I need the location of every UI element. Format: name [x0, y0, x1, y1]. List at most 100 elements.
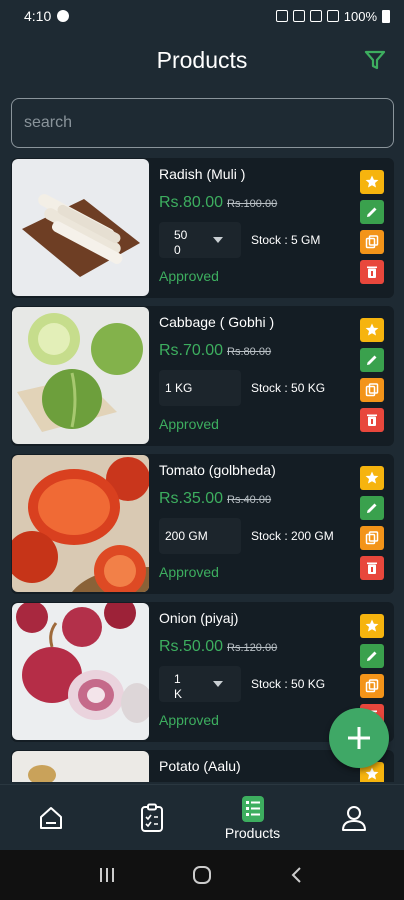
- delete-icon: [367, 266, 377, 278]
- status-badge: Approved: [159, 268, 219, 284]
- home-system-icon[interactable]: [192, 865, 212, 885]
- nav-products-label: Products: [224, 824, 281, 841]
- edit-button[interactable]: [360, 348, 384, 372]
- product-mrp: Rs.40.00: [227, 494, 272, 506]
- star-icon: [365, 471, 379, 484]
- star-icon: [365, 175, 379, 188]
- filter-button[interactable]: [360, 45, 390, 75]
- nav-products[interactable]: Products: [202, 785, 303, 850]
- home-icon: [39, 806, 62, 829]
- vibrate-icon: [292, 10, 305, 22]
- copy-button[interactable]: [360, 526, 384, 550]
- product-image-onion: [12, 603, 149, 740]
- product-mrp: Rs.120.00: [227, 642, 278, 654]
- status-badge: Approved: [159, 564, 219, 580]
- edit-icon: [367, 503, 377, 513]
- call-icon: [57, 10, 70, 22]
- product-image-radish: [12, 159, 149, 296]
- products-icon: [241, 795, 264, 822]
- product-list: Radish (Muli ) Rs.80.00 Rs.100.00 50 0 S…: [11, 158, 394, 782]
- product-card[interactable]: Tomato (golbheda) Rs.35.00 Rs.40.00 200 …: [11, 454, 394, 594]
- copy-button[interactable]: [360, 230, 384, 254]
- delete-icon: [367, 562, 377, 574]
- edit-button[interactable]: [360, 200, 384, 224]
- edit-icon: [367, 207, 377, 217]
- star-icon: [365, 767, 379, 780]
- quantity-value-line2: 0: [174, 243, 181, 257]
- status-badge: Approved: [159, 712, 219, 728]
- copy-icon: [365, 679, 379, 693]
- product-actions: [360, 318, 384, 432]
- star-icon: [365, 323, 379, 336]
- product-mrp: Rs.100.00: [227, 198, 278, 210]
- bottom-navigation: Products: [0, 784, 404, 850]
- nav-orders[interactable]: [101, 785, 202, 850]
- quantity-value-line1: 1: [174, 672, 181, 686]
- product-price: Rs.70.00: [159, 342, 224, 359]
- star-icon: [365, 619, 379, 632]
- quantity-dropdown[interactable]: 1 K: [159, 666, 241, 702]
- battery-percent: 100%: [343, 8, 377, 24]
- quantity-value: 1 KG: [165, 380, 193, 395]
- product-name: Onion (piyaj): [159, 610, 239, 626]
- copy-icon: [365, 531, 379, 545]
- nav-profile[interactable]: [303, 785, 404, 850]
- orders-icon: [140, 803, 163, 832]
- chevron-down-icon: [213, 681, 223, 687]
- quantity-dropdown[interactable]: 50 0: [159, 222, 241, 258]
- copy-button[interactable]: [360, 674, 384, 698]
- quantity-value-line2: K: [174, 687, 183, 701]
- favorite-button[interactable]: [360, 170, 384, 194]
- edit-icon: [367, 651, 377, 661]
- delete-icon: [367, 414, 377, 426]
- product-mrp: Rs.80.00: [227, 346, 272, 358]
- status-time: 4:10: [24, 8, 52, 24]
- profile-icon: [341, 805, 366, 831]
- stock-text: Stock : 50 KG: [251, 677, 326, 691]
- app-header: Products: [0, 32, 404, 88]
- quantity-display: 200 GM: [159, 518, 241, 554]
- product-price: Rs.50.00: [159, 638, 224, 655]
- add-icon: [348, 727, 370, 749]
- signal-icon: [326, 10, 339, 22]
- edit-icon: [367, 355, 377, 365]
- delete-button[interactable]: [360, 260, 384, 284]
- product-card[interactable]: Cabbage ( Gobhi ) Rs.70.00 Rs.80.00 1 KG…: [11, 306, 394, 446]
- status-badge: Approved: [159, 416, 219, 432]
- page-title: Products: [156, 46, 248, 73]
- recent-apps-icon[interactable]: [97, 866, 117, 884]
- delete-button[interactable]: [360, 556, 384, 580]
- edit-button[interactable]: [360, 496, 384, 520]
- product-name: Cabbage ( Gobhi ): [159, 314, 275, 330]
- quantity-value: 200 GM: [165, 528, 208, 543]
- stock-text: Stock : 50 KG: [251, 381, 326, 395]
- system-navigation-bar: [0, 850, 404, 900]
- quantity-value-line1: 50: [174, 228, 188, 242]
- status-bar: 4:10 100%: [0, 0, 404, 32]
- add-product-button[interactable]: [329, 708, 389, 768]
- quantity-display: 1 KG: [159, 370, 241, 406]
- copy-button[interactable]: [360, 378, 384, 402]
- favorite-button[interactable]: [360, 614, 384, 638]
- chevron-down-icon: [213, 237, 223, 243]
- product-price: Rs.80.00: [159, 194, 224, 211]
- battery-icon: [382, 9, 390, 23]
- product-image-potato: [12, 751, 149, 782]
- bluetooth-icon: [275, 10, 288, 22]
- stock-text: Stock : 200 GM: [251, 529, 334, 543]
- product-image-tomato: [12, 455, 149, 592]
- product-name: Tomato (golbheda): [159, 462, 276, 478]
- search-box: [11, 98, 394, 148]
- wifi-icon: [309, 10, 322, 22]
- edit-button[interactable]: [360, 644, 384, 668]
- copy-icon: [365, 383, 379, 397]
- back-icon[interactable]: [287, 865, 307, 885]
- favorite-button[interactable]: [360, 318, 384, 342]
- delete-button[interactable]: [360, 408, 384, 432]
- nav-home[interactable]: [0, 785, 101, 850]
- search-input[interactable]: [12, 99, 393, 147]
- favorite-button[interactable]: [360, 466, 384, 490]
- product-name: Radish (Muli ): [159, 166, 246, 182]
- stock-text: Stock : 5 GM: [251, 233, 321, 247]
- product-card[interactable]: Radish (Muli ) Rs.80.00 Rs.100.00 50 0 S…: [11, 158, 394, 298]
